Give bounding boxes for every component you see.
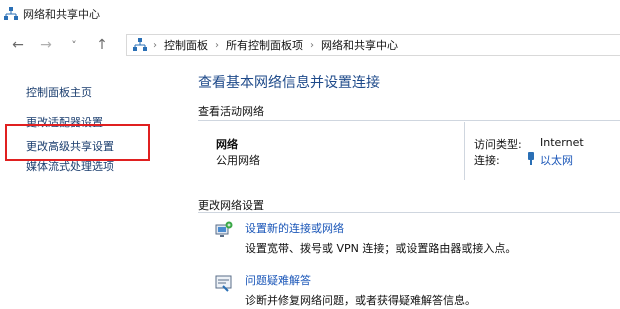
divider	[198, 212, 620, 213]
network-name: 网络	[216, 138, 238, 151]
network-center-icon	[4, 7, 18, 21]
up-button[interactable]: ↑	[92, 35, 112, 55]
control-panel-icon	[133, 38, 147, 52]
breadcrumb-control-panel[interactable]: 控制面板	[164, 37, 208, 53]
window-title: 网络和共享中心	[23, 8, 100, 21]
navigation-bar: ← → ˅ ↑ › 控制面板 › 所有控制面板项 › 网络和共享中心	[0, 30, 620, 60]
troubleshoot-link[interactable]: 问题疑难解答	[245, 272, 311, 288]
setup-new-connection-desc: 设置宽带、拨号或 VPN 连接；或设置路由器或接入点。	[245, 242, 517, 255]
title-bar: 网络和共享中心	[0, 0, 620, 28]
troubleshoot-desc: 诊断并修复网络问题，或者获得疑难解答信息。	[245, 294, 476, 307]
breadcrumb-network-center[interactable]: 网络和共享中心	[321, 37, 398, 53]
setup-new-connection-link[interactable]: 设置新的连接或网络	[245, 220, 344, 236]
troubleshoot-icon	[215, 275, 232, 292]
forward-button[interactable]: →	[36, 35, 56, 55]
breadcrumb-separator: ›	[310, 39, 314, 51]
breadcrumb-all-items[interactable]: 所有控制面板项	[226, 37, 303, 53]
page-title: 查看基本网络信息并设置连接	[198, 75, 380, 91]
chevron-down-icon: ˅	[71, 38, 77, 52]
access-type-value: Internet	[540, 136, 584, 149]
back-arrow-icon: ←	[12, 37, 24, 53]
connections-label: 连接:	[474, 154, 500, 167]
active-networks-label: 查看活动网络	[198, 105, 264, 118]
divider	[198, 120, 620, 121]
new-connection-icon	[215, 221, 233, 237]
up-arrow-icon: ↑	[96, 37, 108, 53]
divider	[464, 122, 465, 180]
highlight-box	[5, 124, 150, 161]
recent-locations-button[interactable]: ˅	[64, 35, 84, 55]
address-bar[interactable]: › 控制面板 › 所有控制面板项 › 网络和共享中心	[126, 34, 620, 56]
forward-arrow-icon: →	[40, 37, 52, 53]
ethernet-icon	[528, 152, 534, 165]
breadcrumb-separator: ›	[215, 39, 219, 51]
breadcrumb-separator: ›	[153, 39, 157, 51]
ethernet-link[interactable]: 以太网	[540, 152, 573, 168]
sidebar-item-control-panel-home[interactable]: 控制面板主页	[26, 84, 92, 100]
back-button[interactable]: ←	[8, 35, 28, 55]
access-type-label: 访问类型:	[474, 138, 522, 151]
network-type: 公用网络	[216, 154, 260, 167]
change-settings-label: 更改网络设置	[198, 199, 264, 212]
